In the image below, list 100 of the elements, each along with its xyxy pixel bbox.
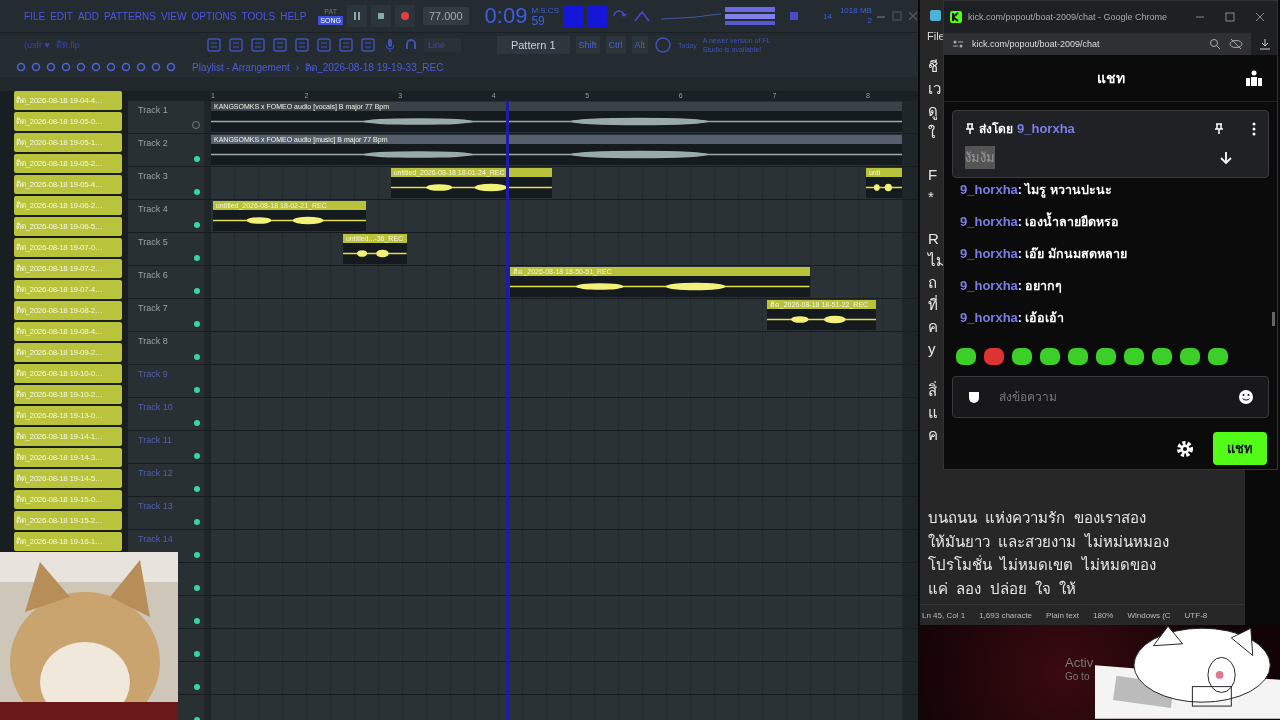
tool-icon[interactable] — [293, 37, 310, 53]
down-arrow-icon[interactable] — [1220, 150, 1232, 165]
emote-icon[interactable] — [1095, 346, 1117, 366]
snap-dropdown[interactable]: Line — [423, 38, 461, 52]
track-indicator[interactable] — [194, 354, 200, 360]
emote-icon[interactable] — [1011, 346, 1033, 366]
menu-item[interactable]: TOOLS — [241, 10, 276, 22]
browser-item[interactable]: ติด_2026-08-18 19-04-4… — [14, 91, 122, 110]
track-lane[interactable] — [211, 662, 902, 694]
track-indicator[interactable] — [194, 552, 200, 558]
download-icon[interactable] — [1259, 38, 1271, 50]
username[interactable]: 9_horxha — [1017, 121, 1075, 136]
modifier-key[interactable]: Shift — [575, 36, 600, 54]
browser-item[interactable]: ติด_2026-08-18 19-05-0… — [14, 112, 122, 131]
browser-item[interactable]: ติด_2026-08-18 19-14-5… — [14, 469, 122, 488]
track-lane[interactable] — [211, 596, 902, 628]
emote-icon[interactable] — [1067, 346, 1089, 366]
track-indicator[interactable] — [194, 651, 200, 657]
menu-item[interactable]: OPTIONS — [191, 10, 237, 22]
menu-item[interactable]: HELP — [280, 10, 307, 22]
emoji-icon[interactable] — [1238, 389, 1254, 405]
more-options-icon[interactable] — [1252, 121, 1256, 136]
close-icon[interactable] — [907, 11, 918, 21]
browser-item[interactable]: ติด_2026-08-18 19-06-2… — [14, 196, 122, 215]
send-button[interactable]: แชท — [1213, 432, 1267, 465]
browser-item[interactable]: ติด_2026-08-18 19-07-0… — [14, 238, 122, 257]
track-indicator[interactable] — [194, 255, 200, 261]
site-settings-icon[interactable] — [952, 39, 964, 49]
emote-icon[interactable] — [1151, 346, 1173, 366]
tool-icon[interactable] — [227, 37, 244, 53]
modifier-key[interactable]: Alt — [631, 36, 649, 54]
users-icon[interactable] — [1245, 70, 1263, 86]
emote-icon[interactable] — [955, 346, 977, 366]
zoom-icon[interactable] — [1209, 38, 1221, 50]
record-button[interactable] — [394, 5, 415, 27]
maximize-icon[interactable] — [1225, 12, 1235, 22]
browser-item[interactable]: ติด_2026-08-18 19-10-2… — [14, 385, 122, 404]
browser-item[interactable]: ติด_2026-08-18 19-08-4… — [14, 322, 122, 341]
track-indicator[interactable] — [194, 519, 200, 525]
menu-item[interactable]: FILE — [24, 10, 46, 22]
track-indicator[interactable] — [194, 189, 200, 195]
settings-icon[interactable] — [1175, 438, 1195, 459]
track-indicator[interactable] — [194, 618, 200, 624]
track-indicator[interactable] — [194, 585, 200, 591]
track-indicator[interactable] — [194, 420, 200, 426]
track-lane[interactable] — [211, 332, 902, 364]
track-lane[interactable] — [211, 497, 902, 529]
emote-icon[interactable] — [1179, 346, 1201, 366]
eye-slash-icon[interactable] — [1229, 38, 1243, 50]
emote-icon[interactable] — [1207, 346, 1229, 366]
track-indicator[interactable] — [194, 486, 200, 492]
tool-icon[interactable] — [337, 37, 354, 53]
browser-item[interactable]: ติด_2026-08-18 19-16-1… — [14, 532, 122, 551]
menu-item[interactable]: EDIT — [50, 10, 73, 22]
browser-item[interactable]: ติด_2026-08-18 19-13-0… — [14, 406, 122, 425]
pattern-selector[interactable]: Pattern 1 — [496, 36, 570, 54]
tempo-field[interactable]: 77.000 — [422, 7, 469, 25]
message-field[interactable]: ส่งข้อความ — [952, 376, 1269, 418]
browser-item[interactable]: ติด_2026-08-18 19-07-2… — [14, 259, 122, 278]
browser-item[interactable]: ติด_2026-08-18 19-05-2… — [14, 154, 122, 173]
track-lane[interactable] — [211, 398, 902, 430]
track-indicator[interactable] — [194, 222, 200, 228]
emote-icon[interactable] — [983, 346, 1005, 366]
browser-item[interactable]: ติด_2026-08-18 19-05-4… — [14, 175, 122, 194]
menu-item[interactable]: VIEW — [160, 10, 187, 22]
browser-item[interactable]: ติด_2026-08-18 19-05-1… — [14, 133, 122, 152]
browser-item[interactable]: ติด_2026-08-18 19-10-0… — [14, 364, 122, 383]
scrollbar-thumb[interactable] — [1272, 312, 1275, 326]
message-input-text[interactable]: ส่งข้อความ — [997, 389, 1222, 405]
browser-item[interactable]: ติด_2026-08-18 19-15-0… — [14, 490, 122, 509]
shield-icon[interactable] — [967, 390, 981, 404]
track-lane[interactable] — [211, 530, 902, 562]
magnet-icon[interactable] — [403, 37, 418, 51]
track-lane[interactable] — [211, 431, 902, 463]
pause-button[interactable] — [346, 5, 367, 27]
track-lane[interactable] — [211, 629, 902, 661]
stop-button[interactable] — [370, 5, 391, 27]
menu-item[interactable]: PATTERNS — [104, 10, 156, 22]
track-indicator[interactable] — [194, 387, 200, 393]
track-indicator[interactable] — [194, 453, 200, 459]
browser-item[interactable]: ติด_2026-08-18 19-14-1… — [14, 427, 122, 446]
track-lane[interactable] — [211, 695, 902, 720]
track-lane[interactable] — [211, 365, 902, 397]
address-bar[interactable]: kick.com/popout/boat-2009/chat — [944, 33, 1251, 55]
track-lane[interactable] — [211, 563, 902, 595]
track-indicator[interactable] — [194, 156, 200, 162]
track-indicator[interactable] — [194, 288, 200, 294]
browser-item[interactable]: ติด_2026-08-18 19-08-2… — [14, 301, 122, 320]
browser-item[interactable]: ติด_2026-08-18 19-15-2… — [14, 511, 122, 530]
close-icon[interactable] — [1255, 12, 1265, 22]
track-indicator[interactable] — [194, 321, 200, 327]
pin-icon[interactable] — [1214, 123, 1224, 134]
emote-icon[interactable] — [1039, 346, 1061, 366]
tool-icon[interactable] — [205, 37, 222, 53]
modifier-key[interactable]: Ctrl — [605, 36, 626, 54]
tool-icon[interactable] — [271, 37, 288, 53]
tool-icon[interactable] — [249, 37, 266, 53]
track-indicator[interactable] — [194, 684, 200, 690]
browser-item[interactable]: ติด_2026-08-18 19-09-2… — [14, 343, 122, 362]
menu-item[interactable]: ADD — [77, 10, 100, 22]
